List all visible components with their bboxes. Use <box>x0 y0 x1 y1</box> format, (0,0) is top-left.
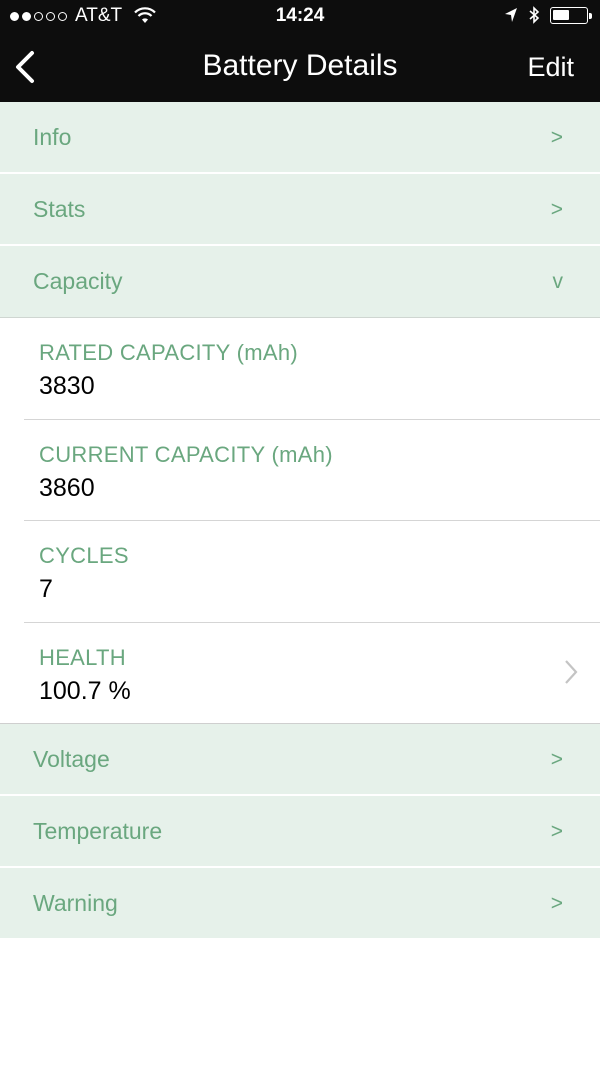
detail-label: CURRENT CAPACITY (mAh) <box>39 441 333 467</box>
chevron-right-icon: > <box>550 126 563 149</box>
page-title: Battery Details <box>202 49 398 82</box>
detail-value: 7 <box>39 575 53 603</box>
edit-button[interactable]: Edit <box>527 52 574 83</box>
chevron-down-icon: v <box>552 270 564 293</box>
section-label: Stats <box>33 196 86 222</box>
detail-label: HEALTH <box>39 644 126 670</box>
section-capacity[interactable]: Capacity v <box>0 246 600 318</box>
section-stats[interactable]: Stats > <box>0 174 600 246</box>
bluetooth-icon <box>529 6 540 24</box>
section-info[interactable]: Info > <box>0 102 600 174</box>
detail-value: 3860 <box>39 473 95 502</box>
chevron-right-icon: > <box>550 748 563 771</box>
section-temperature[interactable]: Temperature > <box>0 796 600 868</box>
detail-value: 100.7 % <box>39 676 131 705</box>
detail-row-health[interactable]: HEALTH 100.7 % <box>0 623 600 724</box>
detail-row-current-capacity: CURRENT CAPACITY (mAh) 3860 <box>24 420 600 521</box>
status-right <box>504 6 592 24</box>
navigation-bar: Battery Details Edit <box>0 33 600 102</box>
detail-value: 3830 <box>39 372 95 400</box>
section-label: Info <box>33 124 72 150</box>
section-warning[interactable]: Warning > <box>0 868 600 940</box>
status-bar: AT&T 14:24 <box>0 0 600 33</box>
battery-icon <box>550 6 592 24</box>
section-label: Voltage <box>33 746 110 772</box>
capacity-details: RATED CAPACITY (mAh) 3830 CURRENT CAPACI… <box>0 318 600 724</box>
section-label: Capacity <box>33 268 123 294</box>
section-voltage[interactable]: Voltage > <box>0 724 600 796</box>
battery-sections-list: Info > Stats > Capacity v RATED CAPACITY… <box>0 102 600 940</box>
chevron-right-icon: > <box>550 198 563 221</box>
location-arrow-icon <box>505 8 517 22</box>
disclosure-chevron-icon <box>565 659 578 684</box>
chevron-right-icon: > <box>550 892 563 915</box>
detail-row-rated-capacity: RATED CAPACITY (mAh) 3830 <box>24 318 600 420</box>
section-label: Temperature <box>33 818 163 844</box>
detail-row-cycles: CYCLES 7 <box>24 521 600 623</box>
detail-label: CYCLES <box>39 543 129 568</box>
chevron-right-icon: > <box>550 820 563 843</box>
section-label: Warning <box>33 890 118 916</box>
detail-label: RATED CAPACITY (mAh) <box>39 340 299 365</box>
